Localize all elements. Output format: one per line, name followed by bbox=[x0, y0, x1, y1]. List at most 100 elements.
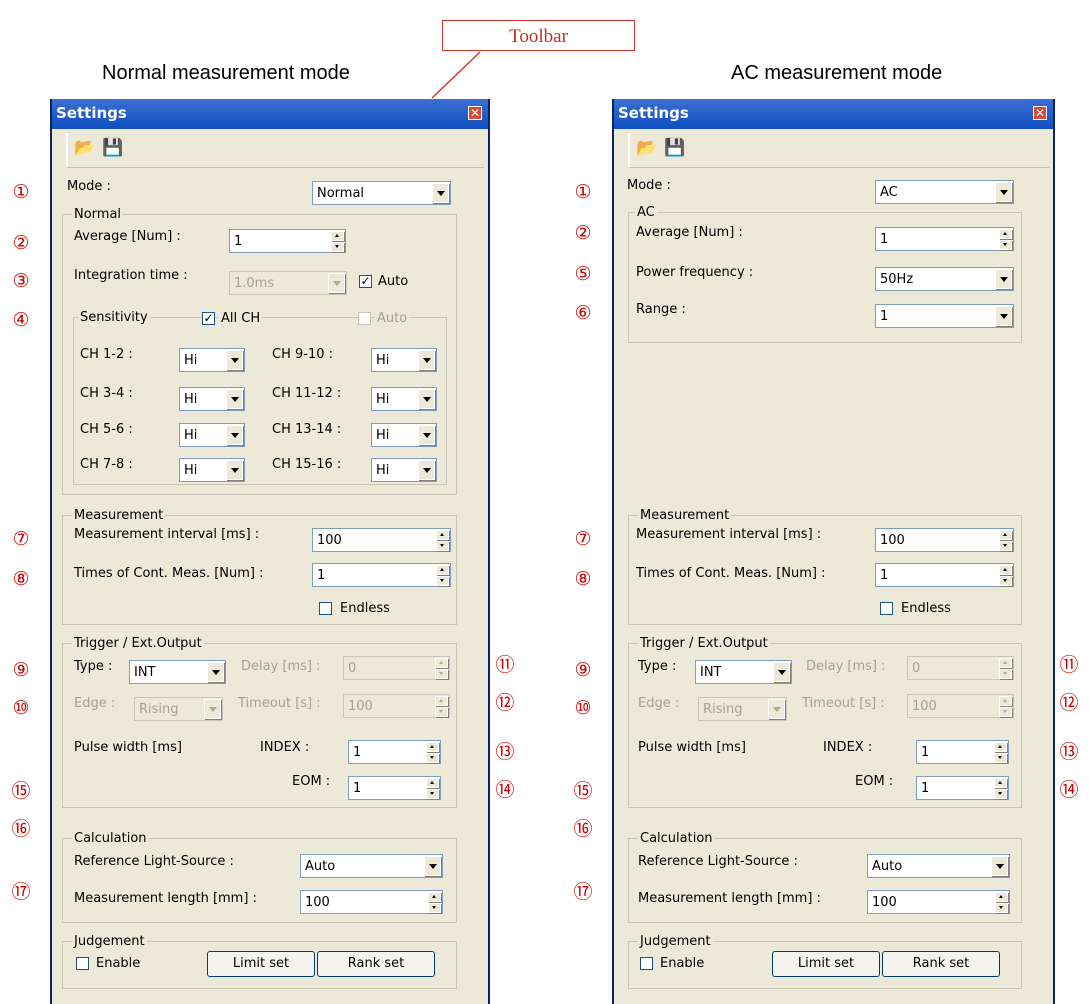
close-icon[interactable]: ✕ bbox=[468, 106, 482, 120]
judgement-enable-checkbox[interactable] bbox=[76, 957, 89, 970]
spin-up-icon[interactable] bbox=[994, 778, 1007, 788]
chevron-down-icon[interactable] bbox=[995, 182, 1012, 202]
chevron-down-icon[interactable] bbox=[995, 306, 1012, 326]
spin-up-icon[interactable] bbox=[995, 892, 1008, 902]
spin-down-icon[interactable] bbox=[426, 789, 439, 799]
range-select[interactable]: 1 bbox=[875, 304, 1014, 328]
times-cont-meas-spinner[interactable]: 1 bbox=[875, 563, 1014, 587]
spin-down-icon[interactable] bbox=[435, 707, 448, 717]
ch-1-2-select[interactable]: Hi bbox=[179, 348, 245, 372]
spin-down-icon[interactable] bbox=[999, 669, 1012, 679]
chevron-down-icon[interactable] bbox=[995, 269, 1012, 289]
trigger-type-select[interactable]: INT bbox=[695, 660, 792, 684]
chevron-down-icon[interactable] bbox=[418, 425, 435, 445]
spin-up-icon[interactable] bbox=[426, 778, 439, 788]
spin-up-icon[interactable] bbox=[436, 565, 449, 575]
chevron-down-icon[interactable] bbox=[418, 350, 435, 370]
chevron-down-icon[interactable] bbox=[418, 389, 435, 409]
spin-down-icon[interactable] bbox=[994, 753, 1007, 763]
spin-up-icon[interactable] bbox=[999, 658, 1012, 668]
endless-checkbox[interactable] bbox=[880, 602, 893, 615]
chevron-down-icon[interactable] bbox=[418, 460, 435, 480]
mode-select[interactable]: Normal bbox=[312, 181, 451, 205]
spin-up-icon[interactable] bbox=[331, 231, 344, 241]
chevron-down-icon[interactable] bbox=[773, 662, 790, 682]
reference-light-source-select[interactable]: Auto bbox=[867, 854, 1010, 878]
ch-5-6-select[interactable]: Hi bbox=[179, 423, 245, 447]
ch-7-8-select[interactable]: Hi bbox=[179, 458, 245, 482]
timeout-spinner[interactable]: 100 bbox=[907, 694, 1014, 718]
integration-time-select[interactable]: 1.0ms bbox=[229, 271, 347, 295]
ch-13-14-select[interactable]: Hi bbox=[371, 423, 437, 447]
rank-set-button[interactable]: Rank set bbox=[882, 951, 1000, 977]
spin-up-icon[interactable] bbox=[999, 696, 1012, 706]
spin-up-icon[interactable] bbox=[426, 742, 439, 752]
spin-up-icon[interactable] bbox=[999, 565, 1012, 575]
all-ch-checkbox[interactable]: ✓ bbox=[202, 312, 215, 325]
judgement-enable-checkbox[interactable] bbox=[640, 957, 653, 970]
rank-set-button[interactable]: Rank set bbox=[317, 951, 435, 977]
spin-down-icon[interactable] bbox=[426, 753, 439, 763]
edge-select[interactable]: Rising bbox=[134, 697, 223, 721]
spin-down-icon[interactable] bbox=[999, 707, 1012, 717]
spin-up-icon[interactable] bbox=[435, 658, 448, 668]
chevron-down-icon[interactable] bbox=[207, 662, 224, 682]
spin-down-icon[interactable] bbox=[428, 903, 441, 913]
open-folder-icon[interactable]: 📂 bbox=[74, 138, 95, 158]
spin-up-icon[interactable] bbox=[994, 742, 1007, 752]
times-cont-meas-spinner[interactable]: 1 bbox=[312, 563, 451, 587]
spin-up-icon[interactable] bbox=[435, 696, 448, 706]
eom-spinner[interactable]: 1 bbox=[348, 776, 441, 800]
ch-11-12-select[interactable]: Hi bbox=[371, 387, 437, 411]
chevron-down-icon[interactable] bbox=[432, 183, 449, 203]
spin-down-icon[interactable] bbox=[995, 903, 1008, 913]
chevron-down-icon[interactable] bbox=[204, 699, 221, 719]
spin-up-icon[interactable] bbox=[428, 892, 441, 902]
title-bar[interactable]: Settings ✕ bbox=[52, 99, 488, 129]
ch-3-4-select[interactable]: Hi bbox=[179, 387, 245, 411]
spin-down-icon[interactable] bbox=[435, 669, 448, 679]
endless-checkbox[interactable] bbox=[319, 602, 332, 615]
trigger-type-select[interactable]: INT bbox=[129, 660, 226, 684]
save-disk-icon[interactable]: 💾 bbox=[102, 138, 123, 158]
ch-9-10-select[interactable]: Hi bbox=[371, 348, 437, 372]
measurement-length-spinner[interactable]: 100 bbox=[300, 890, 443, 914]
chevron-down-icon[interactable] bbox=[226, 425, 243, 445]
title-bar[interactable]: Settings ✕ bbox=[614, 99, 1053, 129]
chevron-down-icon[interactable] bbox=[226, 350, 243, 370]
average-spinner[interactable]: 1 bbox=[875, 227, 1014, 251]
reference-light-source-select[interactable]: Auto bbox=[300, 854, 443, 878]
mode-select[interactable]: AC bbox=[875, 180, 1014, 204]
spin-up-icon[interactable] bbox=[999, 530, 1012, 540]
spin-up-icon[interactable] bbox=[436, 530, 449, 540]
index-spinner[interactable]: 1 bbox=[348, 740, 441, 764]
spin-down-icon[interactable] bbox=[331, 242, 344, 252]
chevron-down-icon[interactable] bbox=[328, 273, 345, 293]
save-disk-icon[interactable]: 💾 bbox=[664, 138, 685, 158]
chevron-down-icon[interactable] bbox=[424, 856, 441, 876]
index-spinner[interactable]: 1 bbox=[916, 740, 1009, 764]
chevron-down-icon[interactable] bbox=[226, 389, 243, 409]
edge-select[interactable]: Rising bbox=[698, 697, 787, 721]
chevron-down-icon[interactable] bbox=[768, 699, 785, 719]
spin-down-icon[interactable] bbox=[999, 576, 1012, 586]
measurement-interval-spinner[interactable]: 100 bbox=[312, 528, 451, 552]
timeout-spinner[interactable]: 100 bbox=[343, 694, 450, 718]
spin-down-icon[interactable] bbox=[999, 240, 1012, 250]
chevron-down-icon[interactable] bbox=[991, 856, 1008, 876]
measurement-interval-spinner[interactable]: 100 bbox=[875, 528, 1014, 552]
measurement-length-spinner[interactable]: 100 bbox=[867, 890, 1010, 914]
close-icon[interactable]: ✕ bbox=[1033, 106, 1047, 120]
spin-down-icon[interactable] bbox=[994, 789, 1007, 799]
average-spinner[interactable]: 1 bbox=[229, 229, 346, 253]
delay-spinner[interactable]: 0 bbox=[907, 656, 1014, 680]
ch-15-16-select[interactable]: Hi bbox=[371, 458, 437, 482]
delay-spinner[interactable]: 0 bbox=[343, 656, 450, 680]
chevron-down-icon[interactable] bbox=[226, 460, 243, 480]
spin-down-icon[interactable] bbox=[999, 541, 1012, 551]
spin-down-icon[interactable] bbox=[436, 541, 449, 551]
eom-spinner[interactable]: 1 bbox=[916, 776, 1009, 800]
spin-up-icon[interactable] bbox=[999, 229, 1012, 239]
sensitivity-auto-checkbox[interactable] bbox=[358, 312, 371, 325]
limit-set-button[interactable]: Limit set bbox=[772, 951, 880, 977]
